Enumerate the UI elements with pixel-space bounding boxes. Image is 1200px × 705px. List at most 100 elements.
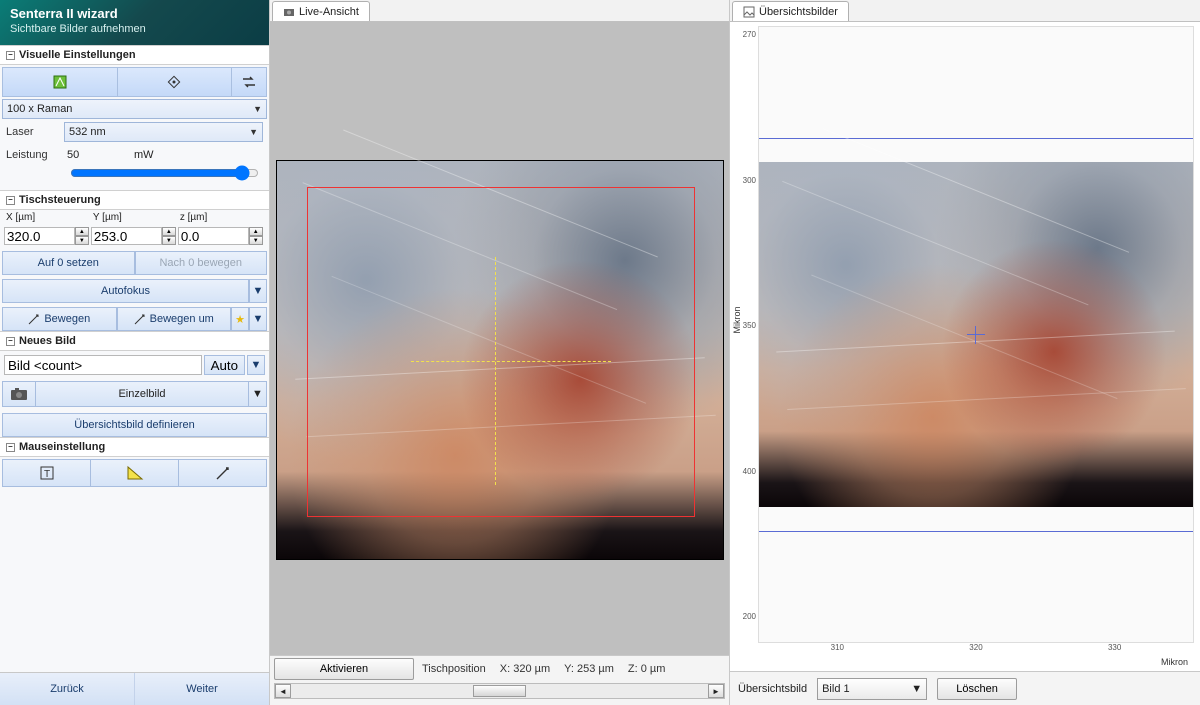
- move-button[interactable]: Bewegen: [2, 307, 117, 331]
- x-axis-title: Mikron: [758, 657, 1194, 667]
- y-axis-ticks: 270 300 350 400 200: [738, 30, 756, 621]
- tab-overview-images[interactable]: Übersichtsbilder: [732, 1, 849, 21]
- z-spinner[interactable]: ▲▼: [249, 227, 263, 245]
- collapse-icon: –: [6, 196, 15, 205]
- wizard-title: Senterra II wizard: [10, 6, 259, 21]
- next-button[interactable]: Weiter: [135, 673, 269, 705]
- overview-footer: Übersichtsbild Bild 1 ▼ Löschen: [730, 671, 1200, 705]
- x-position-input[interactable]: [4, 227, 75, 245]
- autofocus-dropdown[interactable]: ▼: [249, 279, 267, 303]
- text-cursor-button[interactable]: T: [2, 459, 91, 487]
- scale-cross-horizontal: [411, 361, 611, 362]
- collapse-icon: –: [6, 51, 15, 60]
- stage-y-value: Y: 253 µm: [564, 663, 614, 675]
- section-label: Mauseinstellung: [19, 441, 105, 453]
- chevron-down-icon: ▼: [911, 683, 922, 695]
- live-footer: Aktivieren Tischposition X: 320 µm Y: 25…: [270, 655, 729, 705]
- illumination-button[interactable]: [3, 68, 118, 96]
- section-label: Visuelle Einstellungen: [19, 49, 136, 61]
- favorite-dropdown[interactable]: ▼: [249, 307, 267, 331]
- image-icon: [743, 6, 755, 18]
- autofocus-button[interactable]: Autofokus: [2, 279, 249, 303]
- section-label: Tischsteuerung: [19, 194, 101, 206]
- power-unit: mW: [134, 149, 154, 161]
- focus-button[interactable]: [118, 68, 233, 96]
- objective-select[interactable]: 100 x Raman ▼: [2, 99, 267, 119]
- auto-dropdown[interactable]: ▼: [247, 355, 265, 375]
- roi-bottom-line: [759, 531, 1193, 532]
- laser-label: Laser: [6, 126, 58, 138]
- wizard-footer: Zurück Weiter: [0, 672, 269, 705]
- define-overview-button[interactable]: Übersichtsbild definieren: [2, 413, 267, 437]
- stage-position-label: Tischposition: [422, 663, 486, 675]
- scale-cross-vertical: [495, 257, 496, 485]
- chevron-down-icon: ▼: [253, 104, 262, 114]
- move-by-button[interactable]: Bewegen um: [117, 307, 232, 331]
- single-image-dropdown[interactable]: ▼: [249, 381, 267, 407]
- right-tab-strip: Übersichtsbilder: [730, 0, 1200, 22]
- capture-button[interactable]: [2, 381, 36, 407]
- move-to-zero-button[interactable]: Nach 0 bewegen: [135, 251, 268, 275]
- position-crosshair-icon: [967, 326, 985, 344]
- y-axis-label: Y [µm]: [91, 212, 178, 223]
- section-label: Neues Bild: [19, 335, 76, 347]
- delete-button[interactable]: Löschen: [937, 678, 1017, 700]
- camera-icon: [283, 6, 295, 18]
- pointer-button[interactable]: [179, 459, 267, 487]
- swap-button[interactable]: [232, 68, 266, 96]
- stage-x-value: X: 320 µm: [500, 663, 550, 675]
- x-axis-label: X [µm]: [4, 212, 91, 223]
- section-visual-settings[interactable]: – Visuelle Einstellungen: [0, 45, 269, 65]
- set-zero-button[interactable]: Auf 0 setzen: [2, 251, 135, 275]
- section-new-image[interactable]: – Neues Bild: [0, 331, 269, 351]
- collapse-icon: –: [6, 443, 15, 452]
- back-button[interactable]: Zurück: [0, 673, 135, 705]
- live-viewport[interactable]: [270, 22, 729, 655]
- axis-labels-row: X [µm] Y [µm] z [µm]: [0, 210, 269, 225]
- section-mouse-settings[interactable]: – Mauseinstellung: [0, 437, 269, 457]
- live-view-panel: Live-Ansicht Aktivieren Tischposition X:…: [270, 0, 730, 705]
- power-slider[interactable]: [70, 165, 259, 181]
- stage-z-value: Z: 0 µm: [628, 663, 666, 675]
- horizontal-scrollbar[interactable]: ◄ ►: [274, 683, 725, 699]
- svg-text:T: T: [43, 469, 49, 480]
- overview-plot[interactable]: [758, 26, 1194, 643]
- power-value: 50: [64, 148, 124, 162]
- scroll-thumb[interactable]: [473, 685, 527, 697]
- roi-top-line: [759, 138, 1193, 139]
- y-spinner[interactable]: ▲▼: [162, 227, 176, 245]
- activate-button[interactable]: Aktivieren: [274, 658, 414, 680]
- z-axis-label: z [µm]: [178, 212, 265, 223]
- wizard-subtitle: Sichtbare Bilder aufnehmen: [10, 23, 259, 35]
- scroll-right-button[interactable]: ►: [708, 684, 724, 698]
- overview-panel: Übersichtsbilder Mikron 270 300 350 400 …: [730, 0, 1200, 705]
- wizard-sidebar: Senterra II wizard Sichtbare Bilder aufn…: [0, 0, 270, 705]
- x-spinner[interactable]: ▲▼: [75, 227, 89, 245]
- overview-plot-area[interactable]: Mikron 270 300 350 400 200 310 320 330 M…: [730, 22, 1200, 671]
- live-image: [276, 160, 724, 560]
- tab-live-view[interactable]: Live-Ansicht: [272, 1, 370, 21]
- wizard-header: Senterra II wizard Sichtbare Bilder aufn…: [0, 0, 269, 45]
- image-name-input[interactable]: [4, 355, 202, 375]
- roi-rectangle[interactable]: [307, 187, 695, 517]
- chevron-down-icon: ▼: [249, 127, 258, 137]
- single-image-button[interactable]: Einzelbild: [36, 381, 249, 407]
- center-tab-strip: Live-Ansicht: [270, 0, 729, 22]
- visual-toolbar: [2, 67, 267, 97]
- power-label: Leistung: [6, 149, 58, 161]
- y-position-input[interactable]: [91, 227, 162, 245]
- z-position-input[interactable]: [178, 227, 249, 245]
- favorite-button[interactable]: ★: [231, 307, 249, 331]
- angle-button[interactable]: [91, 459, 179, 487]
- auto-name-button[interactable]: Auto: [204, 355, 245, 375]
- scroll-left-button[interactable]: ◄: [275, 684, 291, 698]
- overview-select-label: Übersichtsbild: [738, 683, 807, 695]
- section-stage-control[interactable]: – Tischsteuerung: [0, 190, 269, 210]
- x-axis-ticks: 310 320 330: [758, 643, 1194, 657]
- laser-select[interactable]: 532 nm ▼: [64, 122, 263, 142]
- overview-image: [759, 162, 1193, 506]
- objective-value: 100 x Raman: [7, 103, 72, 115]
- laser-value: 532 nm: [69, 126, 106, 138]
- overview-image-select[interactable]: Bild 1 ▼: [817, 678, 927, 700]
- collapse-icon: –: [6, 337, 15, 346]
